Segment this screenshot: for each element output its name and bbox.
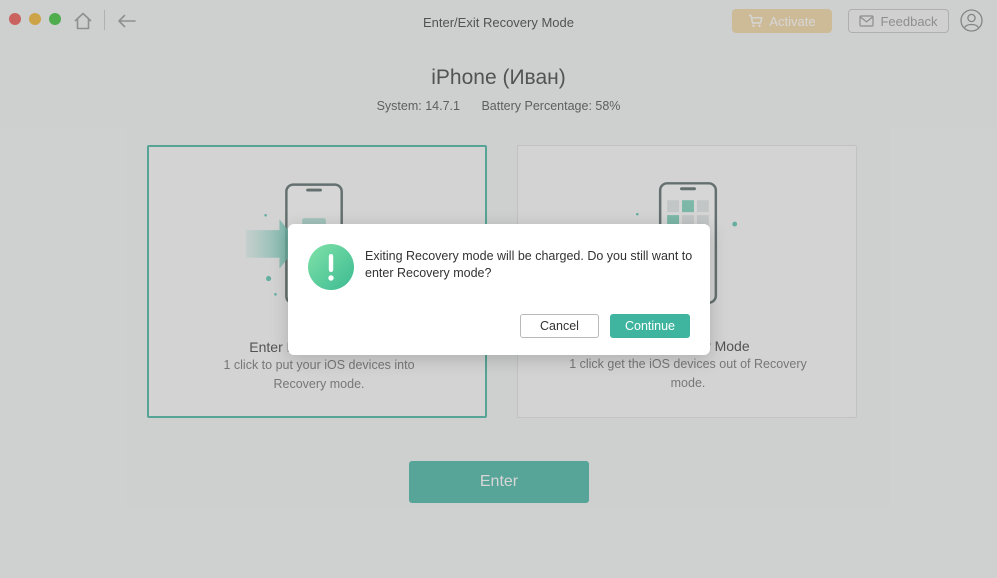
cancel-button[interactable]: Cancel bbox=[520, 314, 599, 338]
confirm-dialog: Exiting Recovery mode will be charged. D… bbox=[288, 224, 710, 355]
dialog-message: Exiting Recovery mode will be charged. D… bbox=[365, 249, 693, 280]
continue-button[interactable]: Continue bbox=[610, 314, 690, 338]
warning-icon bbox=[308, 244, 354, 290]
